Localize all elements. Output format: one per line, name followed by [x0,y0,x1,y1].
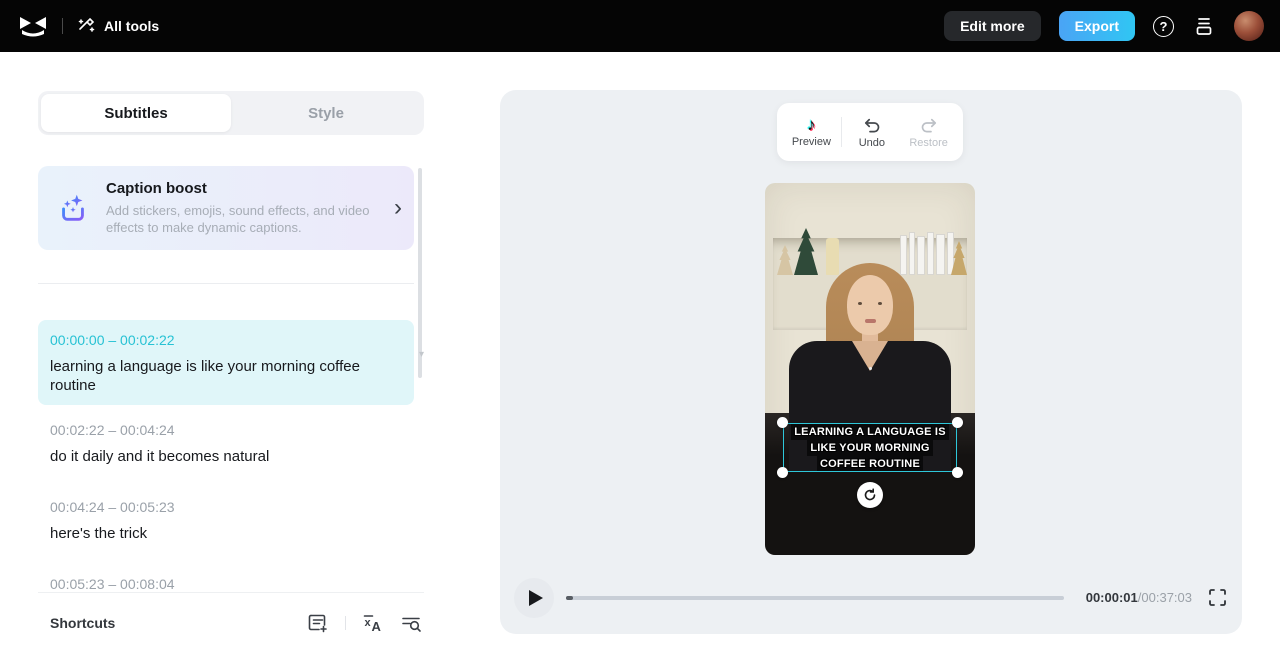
add-subtitle-icon[interactable] [307,612,329,634]
topbar-divider [62,18,63,34]
play-icon [529,590,543,606]
video-canvas[interactable]: LEARNING A LANGUAGE IS LIKE YOUR MORNING… [765,183,975,555]
export-button[interactable]: Export [1058,11,1135,41]
tiktok-icon: ♪ [807,115,816,134]
undo-icon [864,118,880,132]
subtitle-row[interactable]: 00:04:24 – 00:05:23 here's the trick [38,499,414,543]
restore-label: Restore [909,136,948,149]
book [927,232,934,275]
decor-candle [826,238,839,275]
all-tools-label: All tools [104,18,160,34]
caption-boost-title: Caption boost [106,180,207,197]
list-bottom-divider [38,592,424,593]
tiktok-preview-button[interactable]: ♪ Preview [784,116,838,148]
caption-boost-text: Caption boost Add stickers, emojis, soun… [106,180,378,236]
subtitle-timestamp: 00:00:00 – 00:02:22 [50,332,175,348]
undo-label: Undo [858,136,886,149]
capcut-logo-icon[interactable] [18,14,48,38]
subtitle-timestamp: 00:02:22 – 00:04:24 [50,422,175,438]
shortcuts-icons: x A [307,612,422,634]
toolbar-divider [841,117,843,147]
caption-boost-card[interactable]: Caption boost Add stickers, emojis, soun… [38,166,414,250]
shortcuts-icon-divider [345,616,346,630]
subtitle-timestamp: 00:04:24 – 00:05:23 [50,499,175,515]
tab-style[interactable]: Style [231,94,421,132]
selection-handle-bottom-right[interactable] [952,467,963,478]
presenter-necklace [868,367,872,370]
restore-icon [921,118,936,132]
current-time: 00:00:01 [1085,590,1138,605]
svg-text:A: A [372,619,382,634]
sidebar-divider [38,283,414,284]
caption-boost-description: Add stickers, emojis, sound effects, and… [106,203,370,235]
selection-handle-top-right[interactable] [952,417,963,428]
tab-style-label: Style [308,104,344,122]
tasks-drawer-icon[interactable] [1192,14,1216,38]
presenter-eye [878,302,882,305]
subtitles-sidebar: Subtitles Style Caption boost Add sticke… [38,91,424,647]
selection-handle-bottom-left[interactable] [777,467,788,478]
restore-button[interactable]: Restore [902,116,956,149]
shortcuts-label: Shortcuts [50,615,116,631]
presenter-eye [858,302,862,305]
chevron-right-icon: › [394,194,402,221]
preview-toolbar: ♪ Preview Undo Restore [777,103,963,161]
book [917,236,925,275]
scroll-down-indicator: ▾ [418,349,424,360]
presenter-face [847,275,893,335]
fullscreen-button[interactable] [1208,588,1227,610]
time-display: 00:00:01/00:37:03 [1086,590,1192,605]
decor-books [900,232,954,275]
caption-boost-sparkle-icon [62,194,84,221]
preview-panel: ♪ Preview Undo Restore LEARNING A LANGUA… [500,90,1242,634]
selection-handle-top-left[interactable] [777,417,788,428]
help-icon[interactable]: ? [1153,15,1174,37]
rotate-handle[interactable] [857,482,883,508]
book [936,234,945,275]
topbar-right: Edit more Export ? [944,11,1264,41]
progress-track[interactable] [566,596,1064,600]
shortcuts-bar: Shortcuts x A [38,603,424,643]
preview-label: Preview [791,136,831,148]
rotate-icon [864,488,876,501]
topbar: All tools Edit more Export ? [0,0,1280,52]
subtitle-timestamp: 00:05:23 – 00:08:04 [50,576,175,592]
sidebar-tab-bar: Subtitles Style [38,91,424,135]
edit-more-button[interactable]: Edit more [944,11,1041,41]
subtitle-text: do it daily and it becomes natural [50,448,270,465]
subtitle-row[interactable]: 00:02:22 – 00:04:24 do it daily and it b… [38,422,414,466]
total-time: 00:37:03 [1141,590,1192,605]
subtitle-row-clipped[interactable]: 00:05:23 – 00:08:04 [38,576,414,592]
fullscreen-icon [1209,589,1226,606]
progress-fill [566,596,573,600]
tab-subtitles-label: Subtitles [104,104,168,122]
book [900,235,907,275]
svg-text:x: x [365,617,372,629]
presenter-mouth [864,319,876,323]
subtitle-text: learning a language is like your morning… [50,358,360,394]
topbar-left: All tools [18,14,159,38]
subtitle-row-active[interactable]: 00:00:00 – 00:02:22 learning a language … [38,320,414,405]
magic-wand-icon [78,17,95,32]
book [909,232,915,275]
undo-button[interactable]: Undo [845,116,899,149]
user-avatar[interactable] [1234,11,1264,41]
translate-icon[interactable]: x A [362,612,384,634]
all-tools-button[interactable]: All tools [77,17,159,35]
subtitle-list: 00:00:00 – 00:02:22 learning a language … [38,320,424,592]
subtitle-text: here's the trick [50,525,148,542]
capcut-app: All tools Edit more Export ? Subtitles S… [0,0,1280,670]
search-subtitles-icon[interactable] [400,612,422,634]
play-button[interactable] [514,578,554,618]
caption-selection-box[interactable] [783,423,957,472]
tab-subtitles[interactable]: Subtitles [41,94,231,132]
